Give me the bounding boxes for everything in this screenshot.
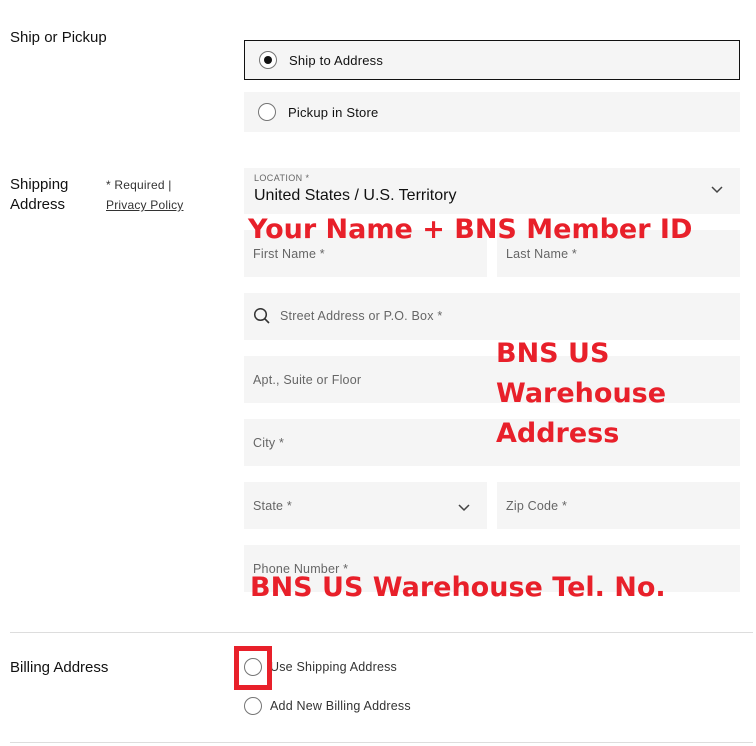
chevron-down-icon: [711, 186, 723, 194]
first-name-placeholder: First Name *: [253, 247, 325, 261]
state-placeholder: State *: [253, 499, 292, 513]
ship-or-pickup-label: Ship or Pickup: [10, 29, 107, 46]
annotation-warehouse-line2: Warehouse: [496, 378, 667, 409]
pickup-in-store-radio[interactable]: [258, 103, 276, 121]
annotation-warehouse-tel: BNS US Warehouse Tel. No.: [250, 572, 666, 603]
zip-code-field[interactable]: Zip Code *: [497, 482, 740, 529]
location-value: United States / U.S. Territory: [254, 187, 457, 204]
annotation-warehouse-line1: BNS US: [496, 338, 610, 369]
ship-to-address-option[interactable]: Ship to Address: [244, 40, 740, 80]
add-new-billing-address-radio[interactable]: [244, 697, 262, 715]
ship-to-address-radio[interactable]: [259, 51, 277, 69]
bottom-divider: [10, 742, 753, 743]
required-note: * Required |: [106, 178, 172, 192]
use-shipping-address-label: Use Shipping Address: [270, 660, 397, 674]
ship-to-address-label: Ship to Address: [289, 52, 384, 68]
street-address-placeholder: Street Address or P.O. Box *: [280, 309, 443, 323]
privacy-policy-link[interactable]: Privacy Policy: [106, 195, 183, 215]
city-placeholder: City *: [253, 436, 285, 450]
chevron-down-icon: [458, 504, 470, 512]
location-field-label: LOCATION *: [254, 173, 310, 183]
billing-address-label: Billing Address: [10, 659, 109, 676]
apt-suite-placeholder: Apt., Suite or Floor: [253, 373, 362, 387]
annotation-warehouse-line3: Address: [496, 418, 620, 449]
pickup-in-store-option[interactable]: Pickup in Store: [244, 92, 740, 132]
search-icon: [253, 307, 270, 324]
state-select[interactable]: State *: [244, 482, 487, 529]
pickup-in-store-label: Pickup in Store: [288, 104, 379, 120]
last-name-placeholder: Last Name *: [506, 247, 577, 261]
annotation-name-id: Your Name + BNS Member ID: [248, 214, 693, 245]
add-new-billing-address-label: Add New Billing Address: [270, 699, 411, 713]
zip-code-placeholder: Zip Code *: [506, 499, 568, 513]
section-divider: [10, 632, 753, 633]
annotation-warehouse-address: BNS US Warehouse Address: [496, 334, 666, 454]
add-new-billing-address-option[interactable]: Add New Billing Address: [244, 697, 411, 715]
highlight-box: [234, 646, 272, 690]
street-address-field[interactable]: Street Address or P.O. Box *: [244, 293, 740, 340]
shipping-address-label: Shipping Address: [10, 176, 69, 213]
location-select[interactable]: LOCATION * United States / U.S. Territor…: [244, 168, 740, 214]
